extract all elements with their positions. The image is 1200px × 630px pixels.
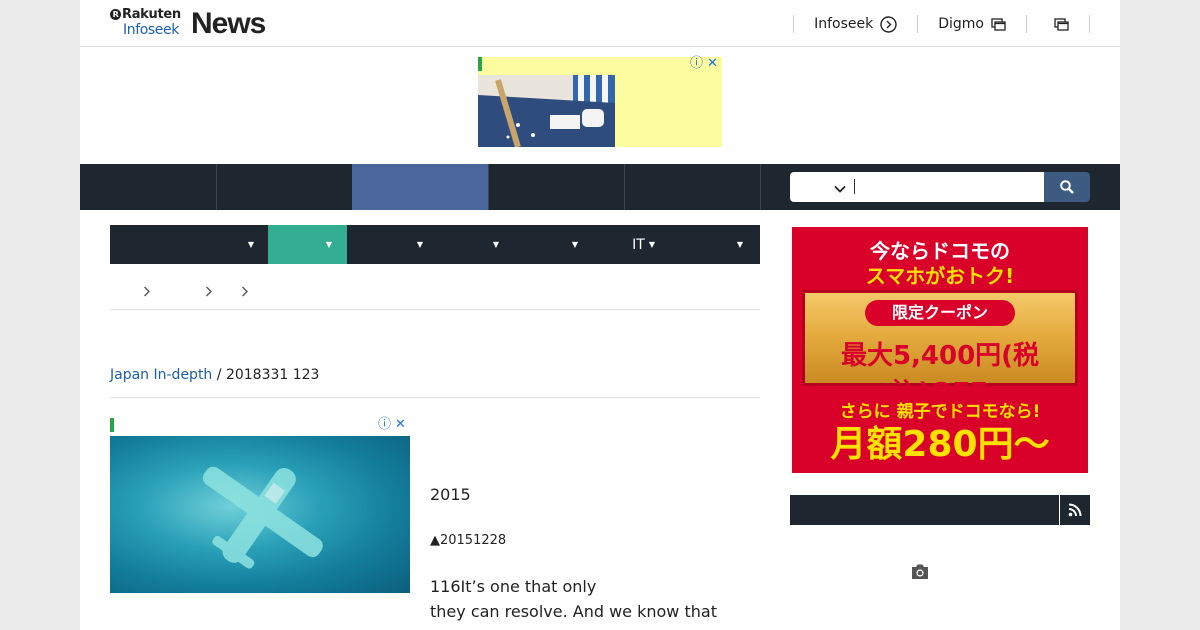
logo-rakuten-text: R Rakuten bbox=[110, 7, 181, 22]
source-link[interactable]: Japan In-depth bbox=[110, 367, 212, 383]
ad-marker bbox=[110, 418, 114, 432]
article-body: 116It’s one that only they can resolve. … bbox=[430, 574, 730, 624]
close-icon[interactable]: ✕ bbox=[707, 57, 718, 71]
camera-icon bbox=[910, 563, 930, 584]
chevron-down-icon[interactable] bbox=[834, 180, 846, 199]
page: R Rakuten Infoseek News Infoseek Digmo ⓘ… bbox=[80, 0, 1120, 630]
ad-price: 月額280円〜 bbox=[830, 424, 1050, 465]
search-button[interactable] bbox=[1044, 172, 1090, 202]
category-tab-5[interactable]: ▼ bbox=[499, 225, 578, 264]
ad-coupon-label: 限定クーポン bbox=[865, 300, 1015, 326]
category-tab-3[interactable]: ▼ bbox=[347, 225, 423, 264]
category-tab-4[interactable]: ▼ bbox=[423, 225, 499, 264]
header-link-label: Digmo bbox=[938, 16, 984, 32]
text-cursor bbox=[854, 179, 855, 194]
side-section-header bbox=[790, 495, 1090, 525]
external-window-icon bbox=[991, 17, 1006, 31]
article-byline: Japan In-depth / 2018331 123 bbox=[110, 367, 760, 398]
ad-headline-3: さらに 親子でドコモなら! bbox=[839, 402, 1041, 422]
article-inline-ad[interactable]: ⓘ ✕ bbox=[110, 418, 410, 593]
rakuten-r-badge: R bbox=[110, 9, 121, 20]
search-input[interactable] bbox=[790, 172, 1044, 202]
byline-separator: / bbox=[216, 367, 222, 383]
category-tab-1[interactable]: ▼ bbox=[110, 225, 254, 264]
category-tab-it[interactable]: IT ▼ bbox=[578, 225, 655, 264]
chevron-right-icon bbox=[206, 286, 212, 297]
search-form bbox=[790, 172, 1090, 202]
adchoices-icon[interactable]: ⓘ bbox=[378, 418, 391, 432]
docomo-side-ad[interactable]: 今ならドコモの スマホがおトク! 限定クーポン 最大5,400円(税込)OFF … bbox=[792, 227, 1088, 473]
adchoices-icon[interactable]: ⓘ bbox=[690, 57, 703, 71]
header-link-infoseek[interactable]: Infoseek bbox=[793, 15, 917, 33]
chevron-right-icon bbox=[242, 286, 248, 297]
category-bar: ▼ ▼ ▼ ▼ ▼ IT ▼ ▼ bbox=[110, 225, 760, 264]
arrow-circle-icon bbox=[880, 15, 897, 33]
article-heading-year: 2015 bbox=[430, 485, 471, 504]
nav-tab-5[interactable] bbox=[624, 164, 761, 210]
header-link-label: Infoseek bbox=[814, 16, 874, 32]
article-body-line: 116It’s one that only bbox=[430, 577, 597, 596]
nav-tab-3-active[interactable] bbox=[352, 164, 489, 210]
rss-button[interactable] bbox=[1059, 495, 1090, 525]
close-icon[interactable]: ✕ bbox=[395, 418, 406, 432]
caret-down-icon: ▼ bbox=[247, 240, 254, 249]
rss-icon bbox=[1068, 503, 1082, 517]
header-link-digmo[interactable]: Digmo bbox=[917, 15, 1026, 33]
ad-headline-2: スマホがおトク! bbox=[865, 264, 1015, 288]
ad-marker bbox=[478, 57, 482, 71]
nav-tab-1[interactable] bbox=[80, 164, 217, 210]
article-body-line: they can resolve. And we know that bbox=[430, 602, 717, 621]
chevron-right-icon bbox=[144, 286, 150, 297]
search-icon bbox=[1060, 180, 1074, 194]
article-date-line: ▲20151228 bbox=[430, 533, 507, 548]
ad-photo-painter bbox=[478, 75, 615, 147]
breadcrumb bbox=[110, 282, 760, 310]
caret-down-icon: ▼ bbox=[325, 240, 332, 249]
publish-date: 2018331 123 bbox=[225, 367, 320, 383]
nav-tab-4[interactable] bbox=[488, 164, 625, 210]
nav-tab-2[interactable] bbox=[216, 164, 353, 210]
caret-down-icon: ▼ bbox=[736, 240, 743, 249]
ad-coupon-panel: 限定クーポン 最大5,400円(税込)OFF bbox=[802, 290, 1078, 408]
header-link-external[interactable] bbox=[1026, 15, 1090, 33]
category-tab-2-active[interactable]: ▼ bbox=[268, 225, 347, 264]
site-header: R Rakuten Infoseek News Infoseek Digmo bbox=[80, 0, 1120, 47]
main-nav bbox=[80, 164, 1120, 210]
category-tab-7[interactable]: ▼ bbox=[655, 225, 743, 264]
external-window-icon bbox=[1054, 17, 1069, 31]
ad-photo-sunken-plane bbox=[110, 436, 410, 593]
header-links: Infoseek Digmo bbox=[793, 14, 1090, 34]
top-banner-ad[interactable]: ⓘ ✕ bbox=[478, 57, 722, 147]
logo-infoseek-text: Infoseek bbox=[123, 22, 179, 38]
logo-news-text: News bbox=[191, 7, 266, 40]
